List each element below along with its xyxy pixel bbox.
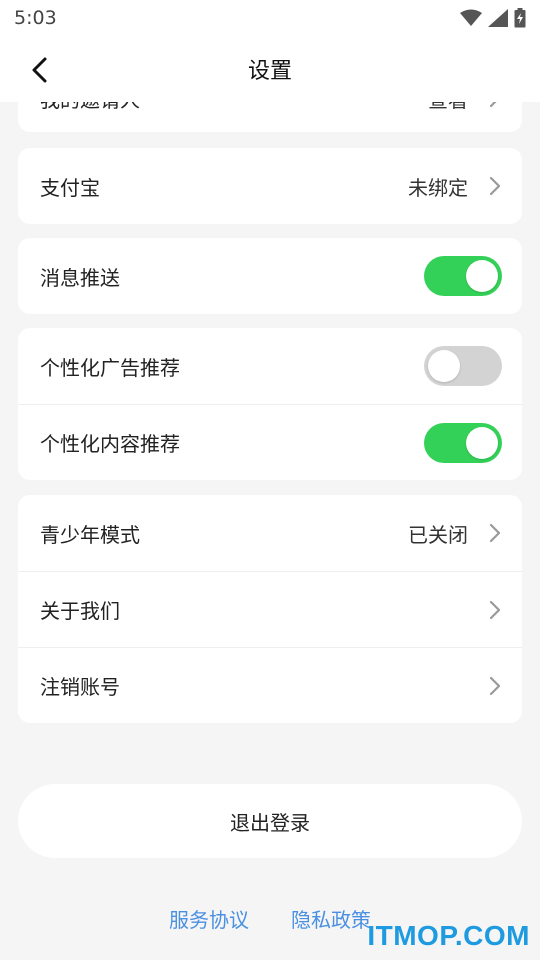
chevron-right-icon [488,522,502,544]
toggle-knob [466,426,498,459]
row-label: 支付宝 [40,175,100,200]
toggle-knob [466,260,498,292]
row-about-us[interactable]: 关于我们 [18,571,522,647]
service-agreement-link[interactable]: 服务协议 [169,904,249,933]
status-time: 5:03 [14,7,57,29]
toggle-knob [428,350,460,382]
logout-button[interactable]: 退出登录 [18,784,522,858]
push-toggle[interactable] [424,256,502,296]
settings-card-alipay: 支付宝 未绑定 [18,148,522,224]
row-label: 个性化内容推荐 [40,432,180,456]
battery-charging-icon [514,8,526,28]
row-label: 个性化广告推荐 [40,355,180,380]
chevron-right-icon [488,675,502,697]
back-arrow-icon [32,57,47,83]
settings-card-personalization: 个性化广告推荐 个性化内容推荐 [18,328,522,480]
row-label: 注销账号 [40,675,120,699]
wifi-icon [460,9,482,26]
page-title: 设置 [247,59,292,84]
status-bar: 5:03 [0,0,540,36]
settings-card-misc: 青少年模式 已关闭 关于我们 注销账号 [18,495,522,723]
teen-mode-status: 已关闭 [408,522,468,547]
personalized-ads-toggle[interactable] [424,346,502,386]
chevron-right-icon [488,599,502,621]
personalized-content-toggle[interactable] [424,422,502,463]
top-nav-bar: 设置 [0,36,540,102]
row-teen-mode[interactable]: 青少年模式 已关闭 [18,495,522,571]
chevron-right-icon [488,175,502,197]
row-push-notification: 消息推送 [18,238,522,314]
row-label: 消息推送 [40,265,120,290]
row-label: 关于我们 [40,599,120,623]
status-icons [460,8,526,28]
privacy-policy-link[interactable]: 隐私政策 [291,904,371,933]
row-personalized-ads: 个性化广告推荐 [18,328,522,404]
alipay-status: 未绑定 [408,175,468,200]
row-label: 青少年模式 [40,522,140,547]
row-personalized-content: 个性化内容推荐 [18,404,522,480]
signal-icon [488,9,508,27]
row-delete-account[interactable]: 注销账号 [18,647,522,723]
settings-card-push: 消息推送 [18,238,522,314]
back-button[interactable] [22,52,58,88]
row-alipay[interactable]: 支付宝 未绑定 [18,148,522,224]
watermark: ITMOP.COM [367,920,530,951]
